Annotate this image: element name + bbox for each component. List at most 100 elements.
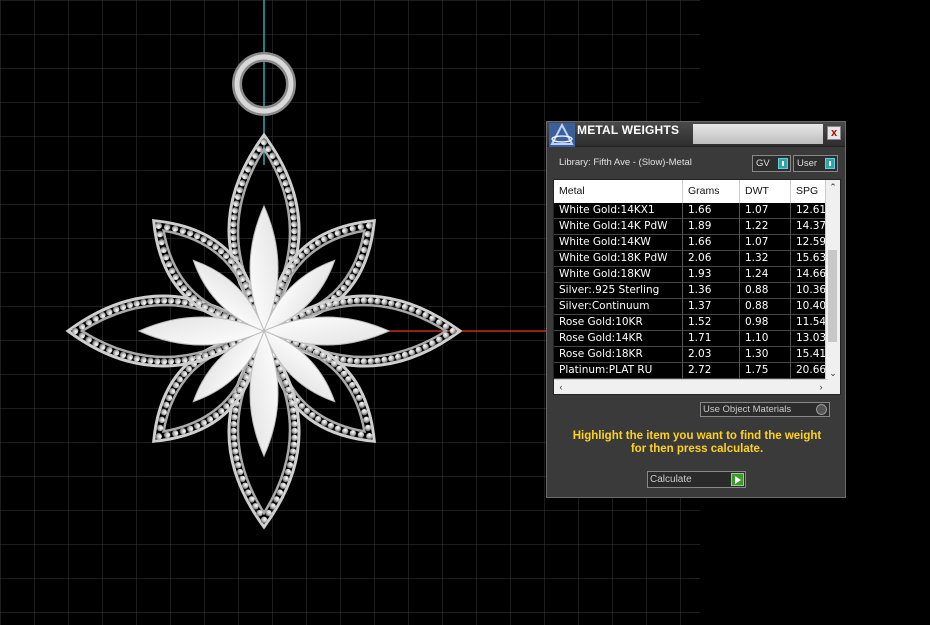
cell-metal: Silver:Continuum <box>554 299 683 315</box>
vertical-scrollbar[interactable]: ⌃ ⌄ <box>825 180 840 380</box>
gv-toggle-label: GV <box>756 158 770 169</box>
calculate-button[interactable]: Calculate <box>647 471 746 488</box>
table-row[interactable]: White Gold:18KW 1.93 1.24 14.66 <box>554 267 831 283</box>
column-header-grams[interactable]: Grams <box>683 180 740 203</box>
bead <box>290 214 297 221</box>
bead <box>160 297 168 304</box>
cell-dwt: 0.98 <box>740 315 791 331</box>
table-row[interactable]: Rose Gold:10KR 1.52 0.98 11.54 <box>554 315 831 331</box>
table-row[interactable]: White Gold:14KX1 1.66 1.07 12.61 <box>554 203 831 219</box>
bead <box>231 414 238 421</box>
bead <box>231 448 239 455</box>
panel-title: METAL WEIGHTS <box>577 123 680 137</box>
bead <box>230 234 237 242</box>
bead <box>119 351 127 359</box>
column-header-dwt[interactable]: DWT <box>740 180 791 203</box>
bead <box>133 300 140 307</box>
bead <box>319 303 327 311</box>
bead <box>291 234 298 242</box>
bead <box>92 340 99 347</box>
bead <box>429 315 436 322</box>
bead <box>269 152 276 159</box>
bead <box>244 166 252 173</box>
bead <box>85 319 92 326</box>
cell-dwt: 1.30 <box>740 347 791 363</box>
horizontal-scrollbar[interactable]: ‹ › <box>554 379 828 394</box>
cell-metal: Rose Gold:10KR <box>554 315 683 331</box>
bead <box>160 358 168 365</box>
app-logo-icon <box>549 123 575 147</box>
table-row[interactable]: White Gold:14K PdW 1.89 1.22 14.37 <box>554 219 831 235</box>
instruction-line-1: Highlight the item you want to find the … <box>572 430 822 442</box>
cell-dwt: 1.22 <box>740 219 791 235</box>
gv-toggle[interactable]: GV <box>752 155 791 172</box>
bead <box>260 138 268 146</box>
cell-metal: White Gold:14K PdW <box>554 219 683 235</box>
bead <box>279 482 287 489</box>
scroll-left-icon[interactable]: ‹ <box>554 380 568 394</box>
table-body: White Gold:14KX1 1.66 1.07 12.61 White Gold:… <box>554 203 831 379</box>
metal-weights-table[interactable]: Metal Grams DWT SPG White Gold:14KX1 1.66… <box>553 179 841 395</box>
bead <box>265 145 272 153</box>
bead <box>279 173 287 180</box>
bead <box>312 306 320 313</box>
bead <box>291 220 298 228</box>
panel-titlebar[interactable]: METAL WEIGHTS x <box>547 122 845 147</box>
cell-metal: White Gold:14KX1 <box>554 203 683 219</box>
cell-grams: 2.06 <box>683 251 740 267</box>
bead <box>99 343 106 351</box>
bead <box>436 319 443 326</box>
bead <box>201 351 209 359</box>
bead <box>248 496 255 503</box>
bead <box>256 145 263 153</box>
bead <box>71 327 79 335</box>
table-row[interactable]: White Gold:14KW 1.66 1.07 12.59 <box>554 235 831 251</box>
column-header-metal[interactable]: Metal <box>554 180 683 203</box>
table-row[interactable]: Platinum:PLAT RU 2.72 1.75 20.66 <box>554 363 831 379</box>
bead <box>282 379 289 387</box>
scroll-up-icon[interactable]: ⌃ <box>826 180 840 194</box>
close-button[interactable]: x <box>827 126 841 140</box>
cell-grams: 1.36 <box>683 283 740 299</box>
bead <box>442 323 450 330</box>
bead <box>119 303 127 311</box>
use-object-materials-checkbox[interactable]: Use Object Materials <box>700 402 830 417</box>
bead <box>381 298 388 306</box>
cell-grams: 1.52 <box>683 315 740 331</box>
bead <box>230 434 237 442</box>
use-object-materials-label: Use Object Materials <box>703 404 792 415</box>
bead <box>174 357 181 364</box>
toggle-switch-icon <box>778 158 788 169</box>
bead <box>290 414 297 421</box>
table-row[interactable]: Rose Gold:14KR 1.71 1.10 13.03 <box>554 331 831 347</box>
bead <box>401 303 409 311</box>
bead <box>395 301 402 309</box>
vertical-scroll-thumb[interactable] <box>828 250 837 342</box>
bead <box>181 356 188 364</box>
bead <box>112 306 120 313</box>
cell-dwt: 1.32 <box>740 251 791 267</box>
bead <box>306 308 313 316</box>
bead <box>360 297 368 304</box>
bead <box>233 455 240 462</box>
table-row[interactable]: Silver:Continuum 1.37 0.88 10.40 <box>554 299 831 315</box>
bead <box>436 336 443 343</box>
table-row[interactable]: Silver:.925 Sterling 1.36 0.88 10.36 <box>554 283 831 299</box>
table-row[interactable]: White Gold:18K PdW 2.06 1.32 15.63 <box>554 251 831 267</box>
bead <box>289 448 297 455</box>
bead <box>260 516 268 524</box>
bead <box>231 241 238 248</box>
table-row[interactable]: Rose Gold:18KR 2.03 1.30 15.41 <box>554 347 831 363</box>
bead <box>360 358 368 365</box>
cell-grams: 2.03 <box>683 347 740 363</box>
bead <box>78 332 86 339</box>
bead <box>188 355 195 362</box>
scroll-down-icon[interactable]: ⌄ <box>826 366 840 380</box>
bead <box>241 173 249 180</box>
bead <box>126 353 133 361</box>
cell-dwt: 1.07 <box>740 203 791 219</box>
bead <box>326 301 333 309</box>
bead <box>153 297 161 304</box>
user-toggle[interactable]: User <box>793 155 838 172</box>
cell-grams: 1.37 <box>683 299 740 315</box>
